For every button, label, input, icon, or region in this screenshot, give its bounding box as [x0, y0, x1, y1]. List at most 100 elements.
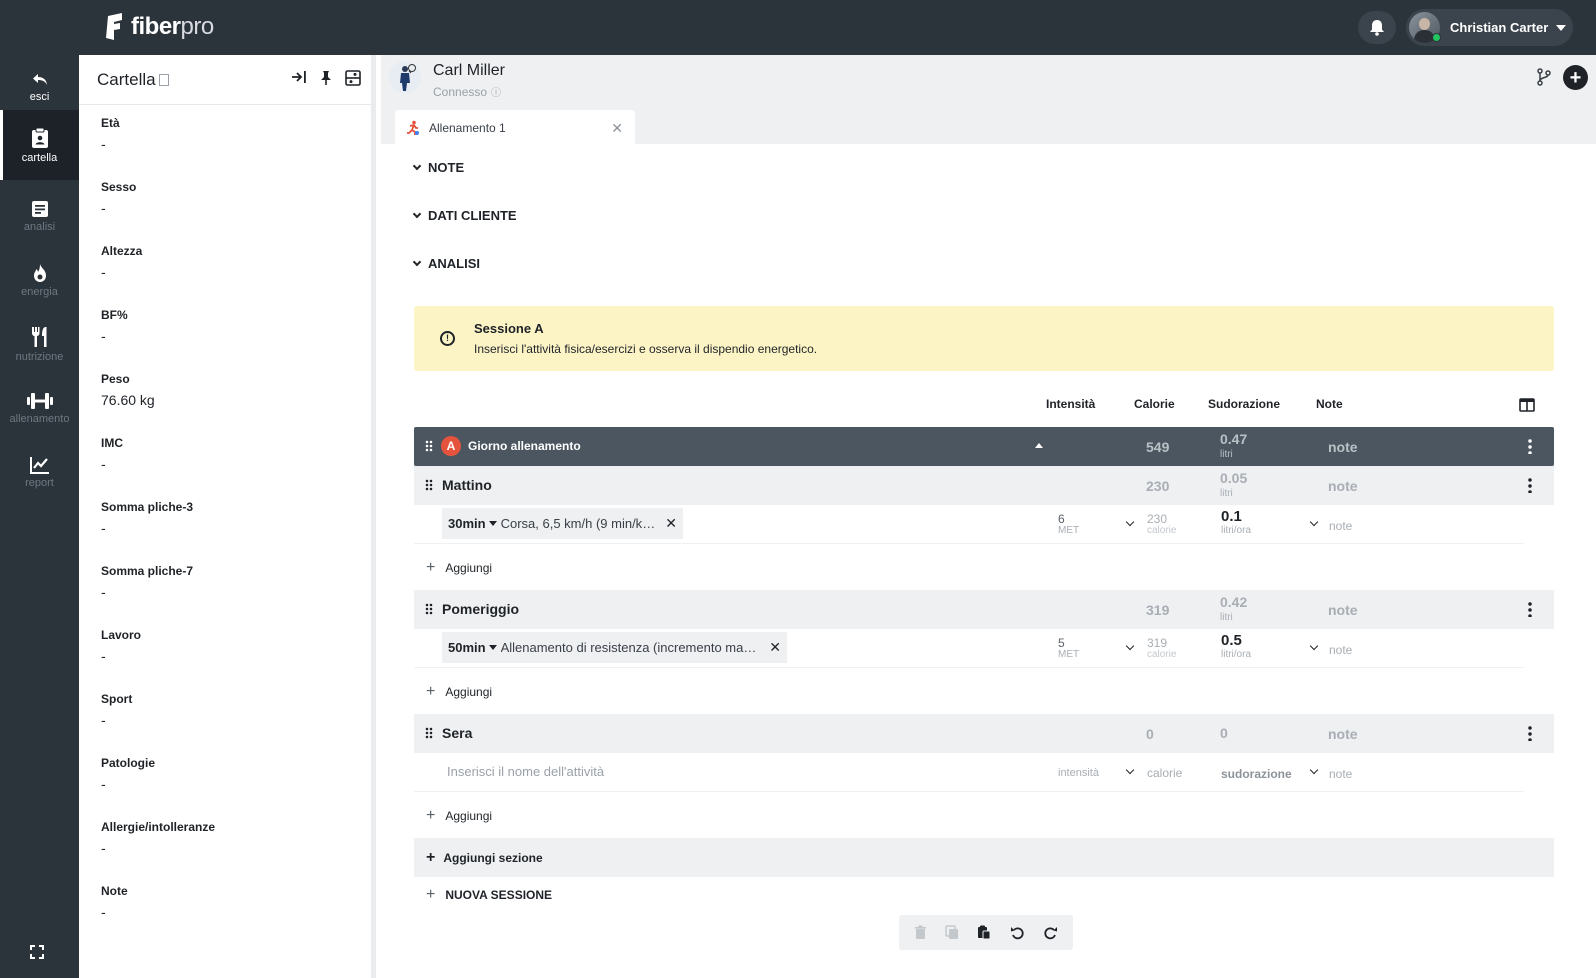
- group-row-sera[interactable]: Sera 0 0 note: [414, 714, 1554, 753]
- cartella-actions: [291, 70, 361, 86]
- new-session-label: NUOVA SESSIONE: [445, 888, 553, 902]
- section-note[interactable]: NOTE: [412, 160, 464, 175]
- sudorazione-select[interactable]: 0.5 litri/ora: [1221, 633, 1251, 662]
- drag-handle-icon[interactable]: [425, 440, 433, 452]
- notifications-button[interactable]: [1358, 11, 1396, 44]
- field-value: -: [101, 328, 106, 344]
- intensity-select[interactable]: 6 MET: [1058, 513, 1079, 537]
- redo-icon[interactable]: [1043, 925, 1058, 940]
- chevron-down-icon[interactable]: [1309, 517, 1319, 527]
- calorie-field[interactable]: 230 calorie: [1147, 513, 1176, 537]
- branch-icon[interactable]: [1536, 68, 1552, 86]
- intensity-select[interactable]: intensità: [1058, 767, 1099, 779]
- new-session-button[interactable]: + NUOVA SESSIONE: [426, 886, 552, 904]
- group-row-mattino[interactable]: Mattino 230 0.05 litri note: [414, 466, 1554, 505]
- chevron-down-icon[interactable]: [1125, 641, 1135, 651]
- field-value: 76.60 kg: [101, 392, 155, 408]
- group-note[interactable]: note: [1328, 478, 1358, 494]
- pin-icon[interactable]: [319, 70, 333, 86]
- chevron-down-icon[interactable]: [1125, 765, 1135, 775]
- plus-icon: +: [426, 559, 436, 576]
- column-header-sudorazione: Sudorazione: [1208, 397, 1281, 411]
- field-label: Sesso: [101, 180, 137, 194]
- day-name: Giorno allenamento: [468, 439, 581, 453]
- drag-handle-icon[interactable]: [425, 603, 433, 615]
- caret-up-icon[interactable]: [1035, 443, 1043, 448]
- add-activity-button[interactable]: + Aggiungi: [426, 559, 492, 577]
- caret-down-icon[interactable]: [488, 645, 497, 650]
- calorie-field[interactable]: calorie: [1147, 767, 1182, 779]
- note-field[interactable]: note: [1329, 643, 1352, 657]
- activity-duration[interactable]: 30min: [448, 516, 486, 531]
- sudorazione-select[interactable]: 0.1 litri/ora: [1221, 509, 1252, 538]
- field-somma-pliche-3: Somma pliche-3 -: [101, 500, 193, 536]
- day-group-row[interactable]: A Giorno allenamento 549 0.47 litri note: [414, 427, 1554, 466]
- remove-activity-icon[interactable]: ✕: [769, 639, 781, 656]
- drag-handle-icon[interactable]: [425, 479, 433, 491]
- more-options-icon[interactable]: [1528, 438, 1532, 454]
- group-note[interactable]: note: [1328, 726, 1358, 742]
- calorie-value: 230: [1147, 512, 1168, 526]
- note-field[interactable]: note: [1329, 767, 1352, 781]
- chevron-down-icon[interactable]: [1125, 517, 1135, 527]
- activity-chip[interactable]: 50min Allenamento di resistenza (increme…: [442, 632, 787, 663]
- fullscreen-button[interactable]: [30, 945, 44, 964]
- group-row-pomeriggio[interactable]: Pomeriggio 319 0.42 litri note: [414, 590, 1554, 629]
- tab-allenamento[interactable]: Allenamento 1 ✕: [395, 110, 635, 145]
- settings-panel-icon[interactable]: [345, 70, 361, 86]
- chevron-down-icon[interactable]: [1309, 765, 1319, 775]
- remove-activity-icon[interactable]: ✕: [665, 515, 677, 532]
- activity-name-input[interactable]: Inserisci il nome dell'attività: [447, 764, 604, 779]
- field-value: -: [101, 456, 106, 472]
- group-calorie: 0: [1146, 726, 1154, 742]
- activity-duration[interactable]: 50min: [448, 640, 486, 655]
- brand-logo[interactable]: fiber pro: [104, 11, 214, 43]
- add-activity-button[interactable]: + Aggiungi: [426, 683, 492, 701]
- add-section-button[interactable]: + Aggiungi sezione: [414, 838, 1554, 877]
- trash-icon[interactable]: [914, 925, 927, 940]
- day-note[interactable]: note: [1328, 439, 1358, 455]
- more-options-icon[interactable]: [1528, 477, 1532, 493]
- more-options-icon[interactable]: [1528, 725, 1532, 741]
- nav-item-allenamento[interactable]: allenamento: [0, 376, 79, 441]
- field-label: Somma pliche-7: [101, 564, 194, 578]
- undo-icon[interactable]: [1010, 925, 1025, 940]
- drag-handle-icon[interactable]: [425, 727, 433, 739]
- activity-title: Corsa, 6,5 km/h (9 min/km): [500, 516, 656, 531]
- chevron-down-icon[interactable]: [1309, 641, 1319, 651]
- user-menu[interactable]: Christian Carter: [1406, 9, 1573, 46]
- sud-unit: litri/ora: [1221, 525, 1252, 536]
- activity-title: Allenamento di resistenza (incremento ma…: [500, 640, 760, 655]
- client-avatar[interactable]: [389, 61, 421, 93]
- nav-item-report[interactable]: report: [0, 440, 79, 505]
- nav-label: nutrizione: [15, 351, 64, 363]
- nav-item-cartella[interactable]: cartella: [0, 110, 79, 180]
- nav-label: report: [25, 477, 54, 489]
- caret-down-icon[interactable]: [488, 521, 497, 526]
- group-sudorazione: 0.05 litri: [1220, 471, 1247, 501]
- close-tab-icon[interactable]: ✕: [611, 120, 623, 137]
- calorie-field[interactable]: 319 calorie: [1147, 637, 1176, 661]
- sudorazione-select[interactable]: sudorazione: [1221, 767, 1292, 781]
- group-note[interactable]: note: [1328, 602, 1358, 618]
- field-value: -: [101, 136, 106, 152]
- nav-item-energia[interactable]: energia: [0, 248, 79, 313]
- copy-icon[interactable]: [945, 925, 959, 940]
- add-activity-button[interactable]: + Aggiungi: [426, 807, 492, 825]
- section-dati-cliente[interactable]: DATI CLIENTE: [412, 208, 517, 223]
- note-field[interactable]: note: [1329, 519, 1352, 533]
- add-button[interactable]: +: [1563, 65, 1588, 90]
- nav-item-nutrizione[interactable]: nutrizione: [0, 312, 79, 377]
- section-analisi[interactable]: ANALISI: [412, 256, 480, 271]
- more-options-icon[interactable]: [1528, 601, 1532, 617]
- calorie-unit: calorie: [1147, 649, 1177, 660]
- intensity-select[interactable]: 5 MET: [1058, 637, 1079, 661]
- collapse-panel-icon[interactable]: [291, 70, 307, 84]
- activity-row-empty: Inserisci il nome dell'attività intensit…: [414, 753, 1524, 792]
- field-label: Patologie: [101, 756, 156, 770]
- alert-title: Sessione A: [474, 321, 544, 336]
- paste-icon[interactable]: [977, 925, 991, 940]
- nav-item-analisi[interactable]: analisi: [0, 184, 79, 249]
- columns-icon[interactable]: [1519, 398, 1535, 412]
- activity-chip[interactable]: 30min Corsa, 6,5 km/h (9 min/km) ✕: [442, 508, 683, 539]
